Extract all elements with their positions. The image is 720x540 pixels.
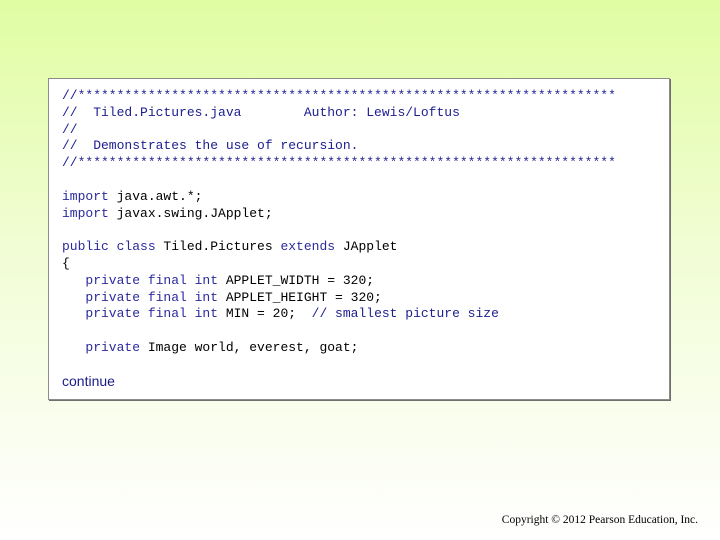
keyword: public class <box>62 239 156 255</box>
keyword: import <box>62 188 109 204</box>
keyword: private <box>62 339 141 355</box>
field-line: private final int APPLET_HEIGHT = 320; <box>62 290 616 307</box>
open-brace-line: { <box>62 255 70 271</box>
image-field-line: private Image world, everest, goat; <box>62 340 616 357</box>
header-comment-line: //**************************************… <box>62 88 616 103</box>
field-line: private final int APPLET_WIDTH = 320; <box>62 273 616 290</box>
code-text: APPLET_HEIGHT = 320; <box>218 289 382 305</box>
keyword: extends <box>280 239 336 255</box>
keyword: import <box>62 205 109 221</box>
header-comment-line: // Demonstrates the use of recursion. <box>62 138 359 154</box>
import-line: import java.awt.*; <box>62 189 616 206</box>
code-text: java.awt.*; <box>108 188 203 204</box>
code-listing: //**************************************… <box>62 88 616 357</box>
class-name: Tiled.Pictures <box>155 239 281 255</box>
import-line: import javax.swing.JApplet; <box>62 206 616 223</box>
copyright-notice: Copyright © 2012 Pearson Education, Inc. <box>501 514 698 526</box>
header-comment-line: // <box>62 121 78 137</box>
field-line: private final int MIN = 20; // smallest … <box>62 306 616 323</box>
header-comment-line: // Tiled.Pictures.java Author: Lewis/Lof… <box>62 104 460 120</box>
keyword: private final int <box>62 306 219 322</box>
code-text: APPLET_WIDTH = 320; <box>218 272 375 288</box>
code-text: MIN = 20; <box>218 306 312 322</box>
class-declaration-line: public class Tiled.Pictures extends JApp… <box>62 239 616 256</box>
code-text: javax.swing.JApplet; <box>108 205 273 221</box>
code-text: JApplet <box>335 239 398 255</box>
inline-comment: // smallest picture size <box>311 306 499 322</box>
keyword: private final int <box>62 272 219 288</box>
code-text: Image world, everest, goat; <box>140 339 359 355</box>
header-comment-line: //**************************************… <box>62 155 616 171</box>
keyword: private final int <box>62 289 219 305</box>
continue-label: continue <box>62 373 115 389</box>
